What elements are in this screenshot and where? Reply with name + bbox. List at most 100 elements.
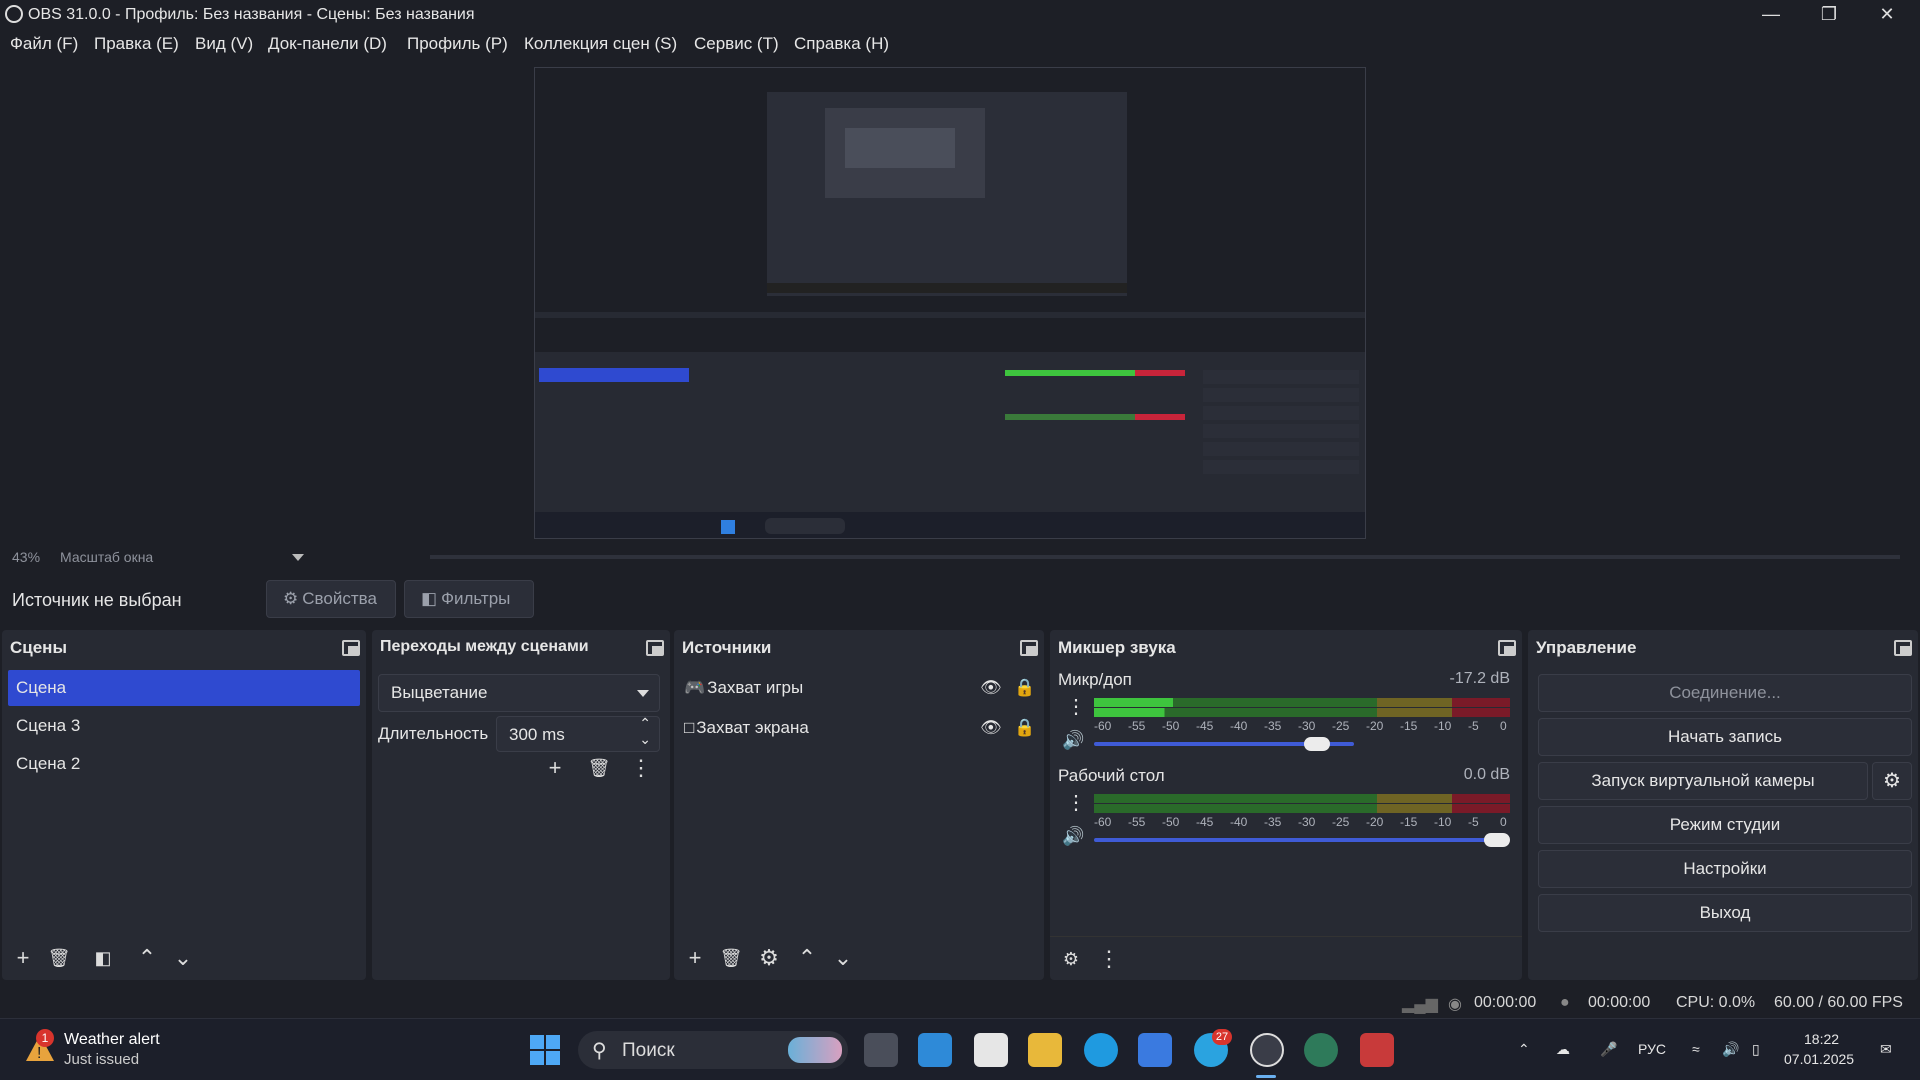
duration-label: Длительность	[378, 724, 489, 743]
undock-icon[interactable]	[342, 640, 360, 656]
trash-icon[interactable]: 🗑	[584, 754, 614, 784]
move-up-icon[interactable]: ⌃	[132, 944, 162, 974]
transition-select[interactable]: Выцветание	[378, 674, 660, 712]
properties-button[interactable]: ⚙ Свойства	[266, 580, 396, 618]
chevron-down-icon[interactable]: ⌄	[639, 731, 651, 748]
settings-button[interactable]: Настройки	[1538, 850, 1912, 888]
scene-item[interactable]: Сцена 2	[8, 746, 360, 782]
volume-icon[interactable]: 🔊	[1722, 1041, 1739, 1058]
studio-mode-button[interactable]: Режим студии	[1538, 806, 1912, 844]
undock-icon[interactable]	[1020, 640, 1038, 656]
warning-icon[interactable]: ! 1	[24, 1029, 56, 1065]
chevron-down-icon[interactable]	[292, 554, 304, 561]
eye-icon[interactable]: 👁	[980, 670, 1002, 706]
start-virtual-camera-button[interactable]: Запуск виртуальной камеры	[1538, 762, 1868, 800]
obs-app-icon[interactable]	[1250, 1033, 1284, 1067]
status-bar: ▂▄▆ ◉ 00:00:00 ● 00:00:00 CPU: 0.0% 60.0…	[0, 986, 1920, 1018]
trash-icon[interactable]: 🗑	[716, 944, 746, 974]
file-explorer-icon[interactable]	[1028, 1033, 1062, 1067]
menu-help[interactable]: Справка (H)	[794, 34, 889, 54]
zoom-mode-select[interactable]: Масштаб окна	[60, 549, 153, 565]
chevron-up-icon[interactable]: ⌃	[1518, 1041, 1530, 1058]
windows-start-icon[interactable]	[528, 1033, 562, 1067]
cloud-icon[interactable]: ☁	[1556, 1041, 1570, 1058]
app-icon[interactable]	[918, 1033, 952, 1067]
undock-icon[interactable]	[1894, 640, 1912, 656]
battery-icon[interactable]: ▯	[1752, 1041, 1760, 1058]
microphone-icon[interactable]: 🎤	[1600, 1041, 1617, 1058]
speaker-icon[interactable]: 🔊	[1062, 730, 1084, 751]
task-view-icon[interactable]	[864, 1033, 898, 1067]
title-bar: OBS 31.0.0 - Профиль: Без названия - Сце…	[0, 0, 1920, 30]
advanced-audio-settings-icon[interactable]: ⚙	[1056, 945, 1086, 975]
menu-file[interactable]: Файл (F)	[10, 34, 78, 54]
record-time: 00:00:00	[1588, 994, 1651, 1011]
weather-title[interactable]: Weather alert	[64, 1031, 160, 1049]
search-highlight-image	[788, 1037, 842, 1063]
source-item[interactable]: 🎮 Захват игры 👁 🔒	[684, 670, 1035, 706]
controls-dock: Управление Соединение... Начать запись З…	[1528, 630, 1918, 980]
language-indicator[interactable]: РУС	[1638, 1041, 1666, 1057]
restore-button[interactable]: ❐	[1800, 0, 1858, 30]
menu-scene-collection[interactable]: Коллекция сцен (S)	[524, 34, 677, 54]
filter-icon[interactable]: ◧	[88, 944, 118, 974]
close-button[interactable]: ✕	[1858, 0, 1916, 30]
active-app-indicator	[1256, 1075, 1276, 1078]
volume-meter: -60 -55 -50 -45 -40 -35 -30 -25 -20 -15 -10 -5 0	[1094, 794, 1510, 829]
volume-slider[interactable]	[1304, 737, 1330, 751]
chevron-up-icon[interactable]: ⌃	[639, 715, 651, 732]
nested-obs-screenshot	[535, 68, 1365, 538]
trash-icon[interactable]: 🗑	[44, 944, 74, 974]
wifi-icon[interactable]: ≈	[1692, 1041, 1700, 1057]
channel-db: -17.2 dB	[1449, 670, 1510, 687]
duration-spinbox[interactable]: 300 ms ⌃ ⌄	[496, 715, 660, 752]
edge-browser-icon[interactable]	[1084, 1033, 1118, 1067]
clock-time[interactable]: 18:22	[1804, 1031, 1839, 1047]
add-icon[interactable]: +	[680, 944, 710, 974]
store-icon[interactable]	[1138, 1033, 1172, 1067]
move-down-icon[interactable]: ⌄	[828, 944, 858, 974]
start-recording-button[interactable]: Начать запись	[1538, 718, 1912, 756]
notifications-icon[interactable]: ✉	[1880, 1041, 1892, 1058]
taskbar-search[interactable]: ⚲ Поиск	[578, 1031, 848, 1069]
app-icon[interactable]	[974, 1033, 1008, 1067]
undock-icon[interactable]	[1498, 640, 1516, 656]
virtual-camera-settings-icon[interactable]: ⚙	[1872, 762, 1912, 800]
more-options-icon[interactable]: ⋮	[1066, 790, 1086, 815]
add-icon[interactable]: +	[540, 754, 570, 784]
app-icon[interactable]	[1304, 1033, 1338, 1067]
lock-icon[interactable]: 🔒	[1014, 710, 1035, 746]
add-icon[interactable]: +	[8, 944, 38, 974]
telegram-badge: 27	[1212, 1029, 1232, 1045]
undock-icon[interactable]	[646, 640, 664, 656]
minimize-button[interactable]: —	[1742, 0, 1800, 30]
speaker-icon[interactable]: 🔊	[1062, 826, 1084, 847]
menu-view[interactable]: Вид (V)	[195, 34, 253, 54]
menu-tools[interactable]: Сервис (T)	[694, 34, 779, 54]
menu-docks[interactable]: Док-панели (D)	[268, 34, 387, 54]
transitions-title: Переходы между сценами	[380, 638, 589, 655]
clock-date[interactable]: 07.01.2025	[1784, 1051, 1854, 1067]
horizontal-scrollbar[interactable]	[430, 555, 1900, 559]
exit-button[interactable]: Выход	[1538, 894, 1912, 932]
eye-icon[interactable]: 👁	[980, 710, 1002, 746]
move-up-icon[interactable]: ⌃	[792, 944, 822, 974]
more-options-icon[interactable]: ⋮	[626, 754, 656, 784]
menu-profile[interactable]: Профиль (P)	[407, 34, 508, 54]
gear-icon[interactable]: ⚙	[754, 944, 784, 974]
filters-button[interactable]: ◧ Фильтры	[404, 580, 534, 618]
connect-button[interactable]: Соединение...	[1538, 674, 1912, 712]
telegram-icon[interactable]: 27	[1194, 1029, 1232, 1067]
more-options-icon[interactable]: ⋮	[1094, 945, 1124, 975]
scene-item[interactable]: Сцена 3	[8, 708, 360, 744]
source-item[interactable]: □ Захват экрана 👁 🔒	[684, 710, 1035, 746]
channel-name: Рабочий стол	[1058, 766, 1165, 785]
svg-text:!: !	[37, 1045, 41, 1062]
app-icon[interactable]	[1360, 1033, 1394, 1067]
menu-edit[interactable]: Правка (E)	[94, 34, 179, 54]
lock-icon[interactable]: 🔒	[1014, 670, 1035, 706]
more-options-icon[interactable]: ⋮	[1066, 694, 1086, 719]
volume-slider[interactable]	[1484, 833, 1510, 847]
scene-item[interactable]: Сцена	[8, 670, 360, 706]
move-down-icon[interactable]: ⌄	[168, 944, 198, 974]
